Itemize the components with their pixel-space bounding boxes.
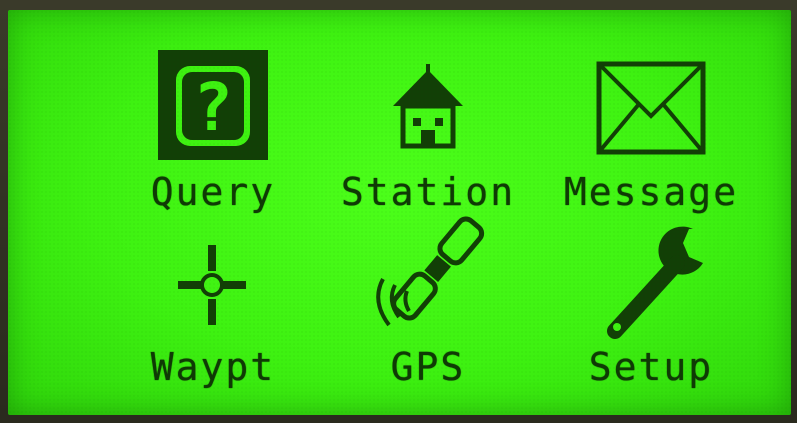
- question-icon: ?: [158, 50, 268, 160]
- menu-label-gps: GPS: [390, 345, 466, 389]
- house-icon: [393, 64, 463, 149]
- envelope-icon: [596, 61, 706, 155]
- menu-label-query: Query: [150, 170, 276, 214]
- menu-item-waypt[interactable]: Waypt: [108, 215, 318, 400]
- menu-label-setup: Setup: [588, 345, 714, 389]
- svg-text:?: ?: [193, 69, 233, 146]
- menu-item-message[interactable]: Message: [546, 30, 756, 215]
- menu-item-query[interactable]: ? Query: [108, 30, 318, 215]
- wrench-icon: [607, 226, 703, 339]
- menu-item-gps[interactable]: GPS: [323, 215, 533, 400]
- menu-label-message: Message: [563, 170, 739, 214]
- menu-label-waypt: Waypt: [150, 345, 276, 389]
- lcd-screen: ? Query Station Message Waypt GPS Setup: [8, 10, 791, 415]
- satellite-icon: [376, 216, 485, 327]
- crosshair-icon: [178, 245, 246, 325]
- menu-item-station[interactable]: Station: [323, 30, 533, 215]
- menu-label-station: Station: [340, 170, 516, 214]
- menu-item-setup[interactable]: Setup: [546, 215, 756, 400]
